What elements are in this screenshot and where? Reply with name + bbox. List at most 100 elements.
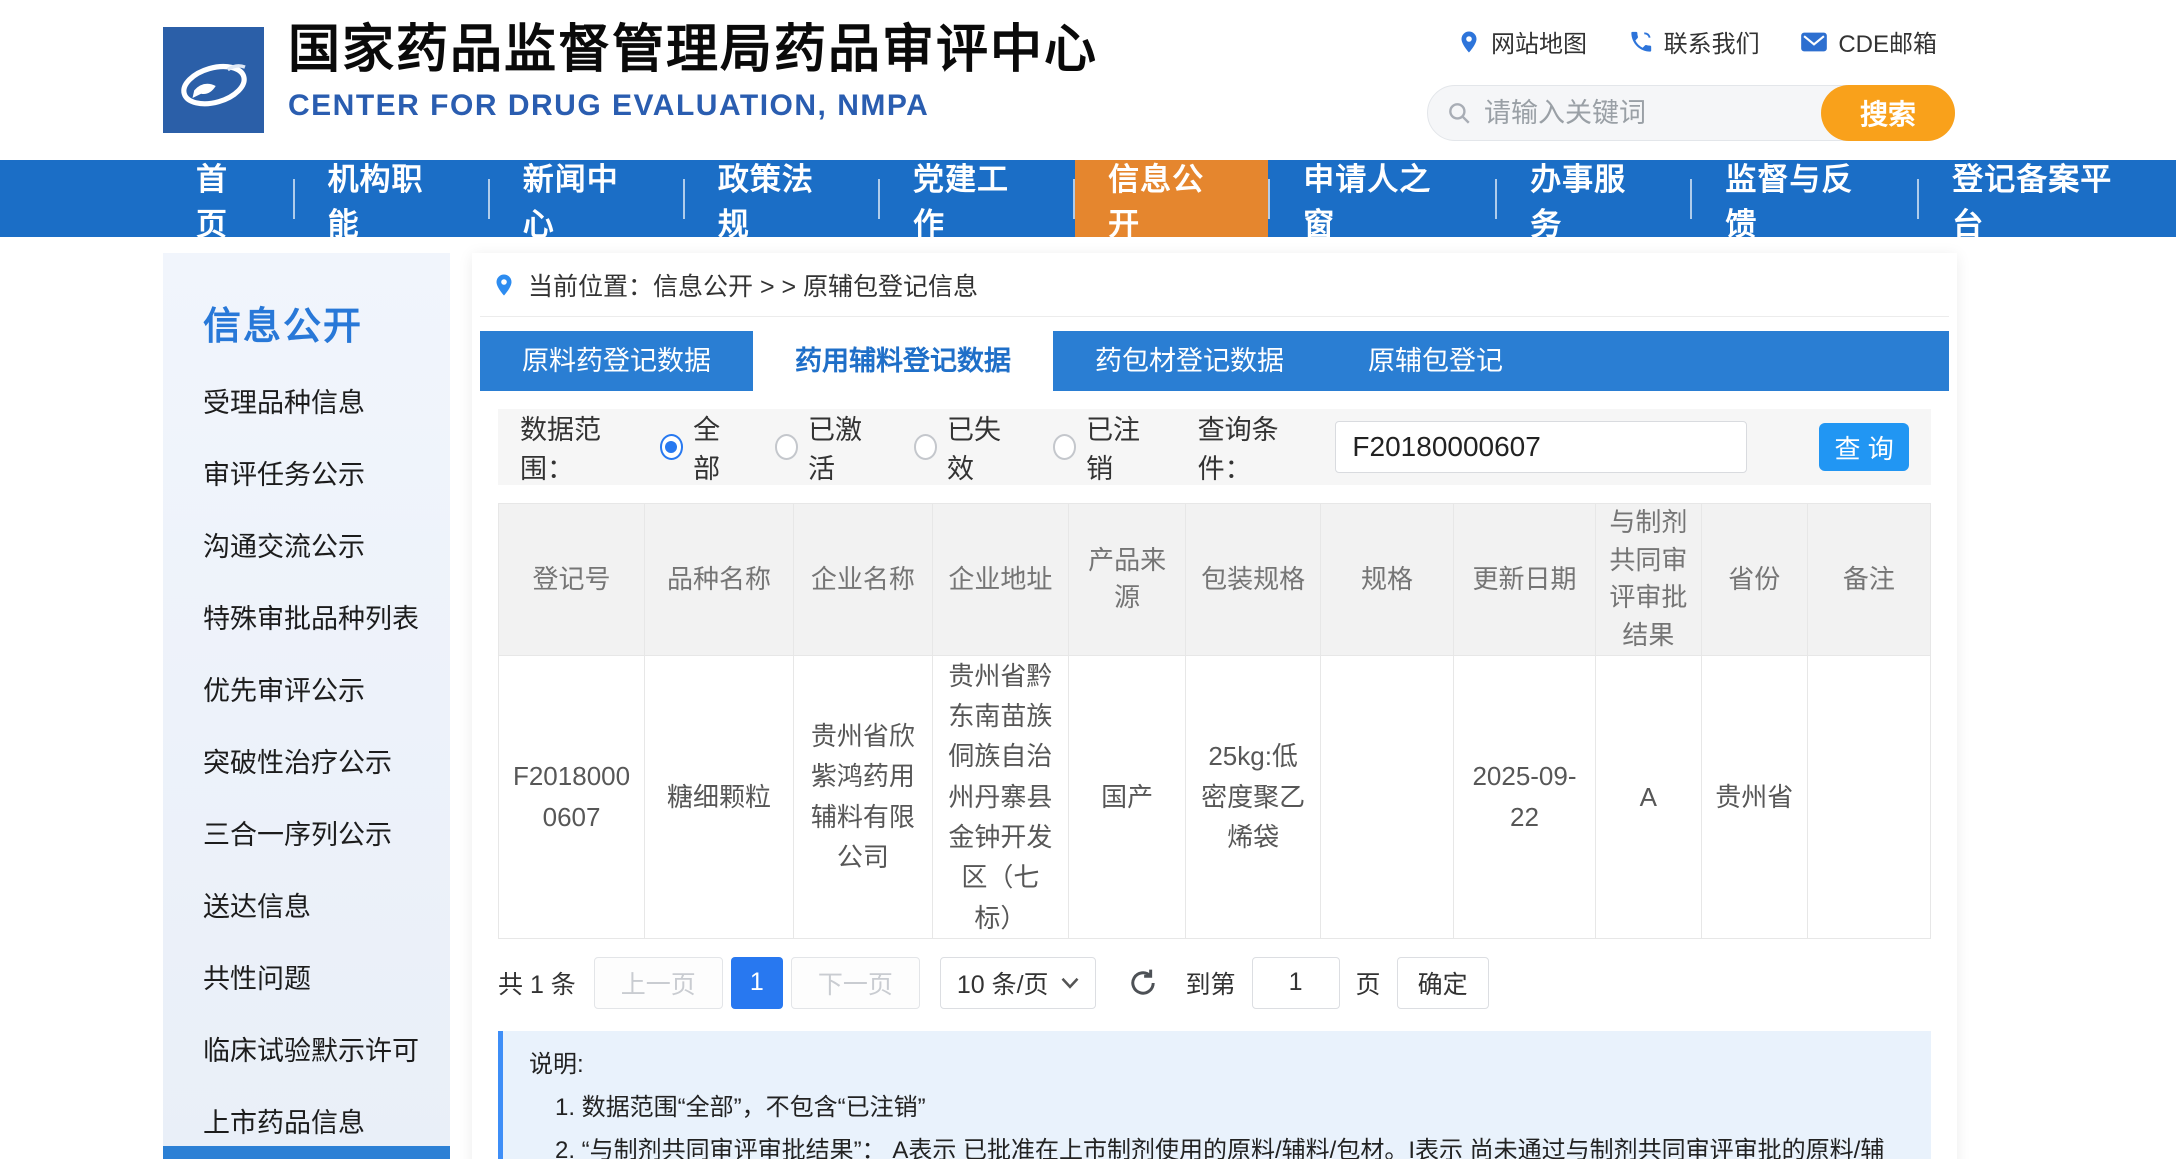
pagination: 共 1 条 上一页 1 下一页 10 条/页 到第 页 确定 bbox=[498, 957, 1931, 1009]
sidebar-item-review-tasks[interactable]: 审评任务公示 bbox=[163, 436, 450, 508]
site-title: 国家药品监督管理局药品审评中心 bbox=[288, 18, 1098, 83]
nav-item-functions[interactable]: 机构职能 bbox=[295, 160, 488, 237]
sidebar-item-delivery-info[interactable]: 送达信息 bbox=[163, 868, 450, 940]
breadcrumb: 当前位置：信息公开 > > 原辅包登记信息 bbox=[480, 253, 1949, 317]
cde-fish-logo-icon bbox=[171, 37, 257, 123]
content-panel: 当前位置：信息公开 > > 原辅包登记信息 原料药登记数据 药用辅料登记数据 药… bbox=[472, 253, 1957, 1159]
radio-cancelled[interactable]: 已注销 bbox=[1053, 408, 1158, 486]
cell-packaging-spec: 25kg:低密度聚乙烯袋 bbox=[1186, 655, 1321, 938]
tab-excipient-registration-data[interactable]: 药用辅料登记数据 bbox=[753, 331, 1053, 391]
sidebar-item-active-partial[interactable] bbox=[163, 1146, 450, 1159]
confirm-button[interactable]: 确定 bbox=[1397, 957, 1489, 1009]
table-header-row: 登记号 品种名称 企业名称 企业地址 产品来源 包装规格 规格 更新日期 与制剂… bbox=[499, 504, 1931, 656]
tab-raw-excipient-pack-registration[interactable]: 原辅包登记 bbox=[1326, 331, 1545, 391]
contact-link[interactable]: 联系我们 bbox=[1628, 24, 1760, 59]
note-line-2: 2. “与制剂共同审评审批结果”： A表示 已批准在上市制剂使用的原料/辅料/包… bbox=[529, 1129, 1905, 1159]
nav-item-news[interactable]: 新闻中心 bbox=[490, 160, 683, 237]
col-product-origin: 产品来源 bbox=[1068, 504, 1185, 656]
radio-cancelled-label: 已注销 bbox=[1086, 408, 1158, 486]
cell-province: 贵州省 bbox=[1701, 655, 1807, 938]
chevron-down-icon bbox=[1061, 977, 1079, 989]
search-icon bbox=[1446, 100, 1472, 126]
sidebar-item-common-issues[interactable]: 共性问题 bbox=[163, 940, 450, 1012]
cde-mail-label: CDE邮箱 bbox=[1838, 24, 1937, 59]
phone-icon bbox=[1628, 29, 1654, 55]
note-line-1: 1. 数据范围“全部”，不包含“已注销” bbox=[529, 1086, 1905, 1129]
cell-registration-number: F20180000607 bbox=[499, 655, 645, 938]
breadcrumb-pin-icon bbox=[492, 270, 516, 300]
cell-remarks bbox=[1807, 655, 1930, 938]
cell-spec bbox=[1320, 655, 1453, 938]
sidebar-item-accepted-varieties[interactable]: 受理品种信息 bbox=[163, 364, 450, 436]
sidebar-item-priority-review[interactable]: 优先审评公示 bbox=[163, 652, 450, 724]
col-registration-number: 登记号 bbox=[499, 504, 645, 656]
nav-item-policies[interactable]: 政策法规 bbox=[685, 160, 878, 237]
nav-item-information-disclosure[interactable]: 信息公开 bbox=[1075, 160, 1268, 237]
nav-item-supervision-feedback[interactable]: 监督与反馈 bbox=[1692, 160, 1917, 237]
site-subtitle: CENTER FOR DRUG EVALUATION, NMPA bbox=[288, 89, 1098, 123]
col-update-date: 更新日期 bbox=[1454, 504, 1596, 656]
col-packaging-spec: 包装规格 bbox=[1186, 504, 1321, 656]
contact-label: 联系我们 bbox=[1664, 24, 1760, 59]
page-size-select[interactable]: 10 条/页 bbox=[940, 957, 1096, 1009]
refresh-icon[interactable] bbox=[1126, 966, 1160, 1000]
top-links: 网站地图 联系我们 CDE邮箱 bbox=[1427, 24, 1955, 59]
sitemap-label: 网站地图 bbox=[1491, 24, 1587, 59]
radio-activated[interactable]: 已激活 bbox=[775, 408, 880, 486]
notes-box: 说明: 1. 数据范围“全部”，不包含“已注销” 2. “与制剂共同审评审批结果… bbox=[498, 1031, 1931, 1159]
goto-page-input[interactable] bbox=[1252, 957, 1340, 1009]
tab-bar: 原料药登记数据 药用辅料登记数据 药包材登记数据 原辅包登记 bbox=[480, 331, 1949, 391]
search-button[interactable]: 搜索 bbox=[1821, 85, 1955, 141]
cde-mail-link[interactable]: CDE邮箱 bbox=[1800, 24, 1937, 59]
col-variety-name: 品种名称 bbox=[645, 504, 794, 656]
sidebar-item-communication[interactable]: 沟通交流公示 bbox=[163, 508, 450, 580]
radio-unselected-icon[interactable] bbox=[775, 434, 798, 460]
col-spec: 规格 bbox=[1320, 504, 1453, 656]
sidebar: 信息公开 受理品种信息 审评任务公示 沟通交流公示 特殊审批品种列表 优先审评公… bbox=[163, 253, 450, 1159]
query-input[interactable] bbox=[1335, 421, 1747, 473]
sidebar-item-three-in-one[interactable]: 三合一序列公示 bbox=[163, 796, 450, 868]
col-remarks: 备注 bbox=[1807, 504, 1930, 656]
goto-label: 到第 bbox=[1186, 965, 1236, 1001]
cell-variety-name: 糖细颗粒 bbox=[645, 655, 794, 938]
cell-company-address: 贵州省黔东南苗族侗族自治州丹寨县金钟开发区（七标） bbox=[932, 655, 1068, 938]
radio-unselected-icon[interactable] bbox=[1053, 434, 1076, 460]
radio-all[interactable]: 全部 bbox=[660, 408, 741, 486]
next-page-button[interactable]: 下一页 bbox=[791, 957, 920, 1009]
page-number-button[interactable]: 1 bbox=[731, 957, 783, 1009]
radio-dot bbox=[665, 441, 677, 453]
cell-company-name: 贵州省欣紫鸿药用辅料有限公司 bbox=[793, 655, 932, 938]
radio-unselected-icon[interactable] bbox=[914, 434, 937, 460]
col-joint-review-result: 与制剂共同审评审批结果 bbox=[1595, 504, 1701, 656]
radio-selected-icon[interactable] bbox=[660, 434, 683, 460]
sidebar-item-breakthrough-therapy[interactable]: 突破性治疗公示 bbox=[163, 724, 450, 796]
header: 国家药品监督管理局药品审评中心 CENTER FOR DRUG EVALUATI… bbox=[0, 0, 2176, 160]
nav-item-applicant-window[interactable]: 申请人之窗 bbox=[1270, 160, 1495, 237]
query-button[interactable]: 查 询 bbox=[1819, 423, 1909, 471]
table-row: F20180000607 糖细颗粒 贵州省欣紫鸿药用辅料有限公司 贵州省黔东南苗… bbox=[499, 655, 1931, 938]
sidebar-item-special-approval[interactable]: 特殊审批品种列表 bbox=[163, 580, 450, 652]
cell-joint-review-result: A bbox=[1595, 655, 1701, 938]
header-right: 网站地图 联系我们 CDE邮箱 bbox=[1427, 24, 1955, 141]
nav-item-registration-platform[interactable]: 登记备案平台 bbox=[1919, 160, 2176, 237]
nav-item-party-building[interactable]: 党建工作 bbox=[880, 160, 1073, 237]
tab-packaging-registration-data[interactable]: 药包材登记数据 bbox=[1053, 331, 1326, 391]
prev-page-button[interactable]: 上一页 bbox=[594, 957, 723, 1009]
cde-logo bbox=[163, 27, 264, 133]
sidebar-item-clinical-trial-license[interactable]: 临床试验默示许可 bbox=[163, 1012, 450, 1084]
scope-label: 数据范围： bbox=[520, 408, 644, 486]
goto-suffix: 页 bbox=[1356, 965, 1381, 1001]
nav-item-home[interactable]: 首页 bbox=[163, 160, 293, 237]
radio-dot bbox=[1058, 441, 1070, 453]
tab-api-registration-data[interactable]: 原料药登记数据 bbox=[480, 331, 753, 391]
nav-item-services[interactable]: 办事服务 bbox=[1497, 160, 1690, 237]
radio-expired[interactable]: 已失效 bbox=[914, 408, 1019, 486]
sitemap-link[interactable]: 网站地图 bbox=[1457, 24, 1587, 59]
col-company-address: 企业地址 bbox=[932, 504, 1068, 656]
radio-expired-label: 已失效 bbox=[947, 408, 1019, 486]
radio-dot bbox=[919, 441, 931, 453]
radio-dot bbox=[780, 441, 792, 453]
search-input[interactable] bbox=[1484, 98, 1804, 129]
cell-product-origin: 国产 bbox=[1068, 655, 1185, 938]
envelope-icon bbox=[1800, 30, 1828, 54]
